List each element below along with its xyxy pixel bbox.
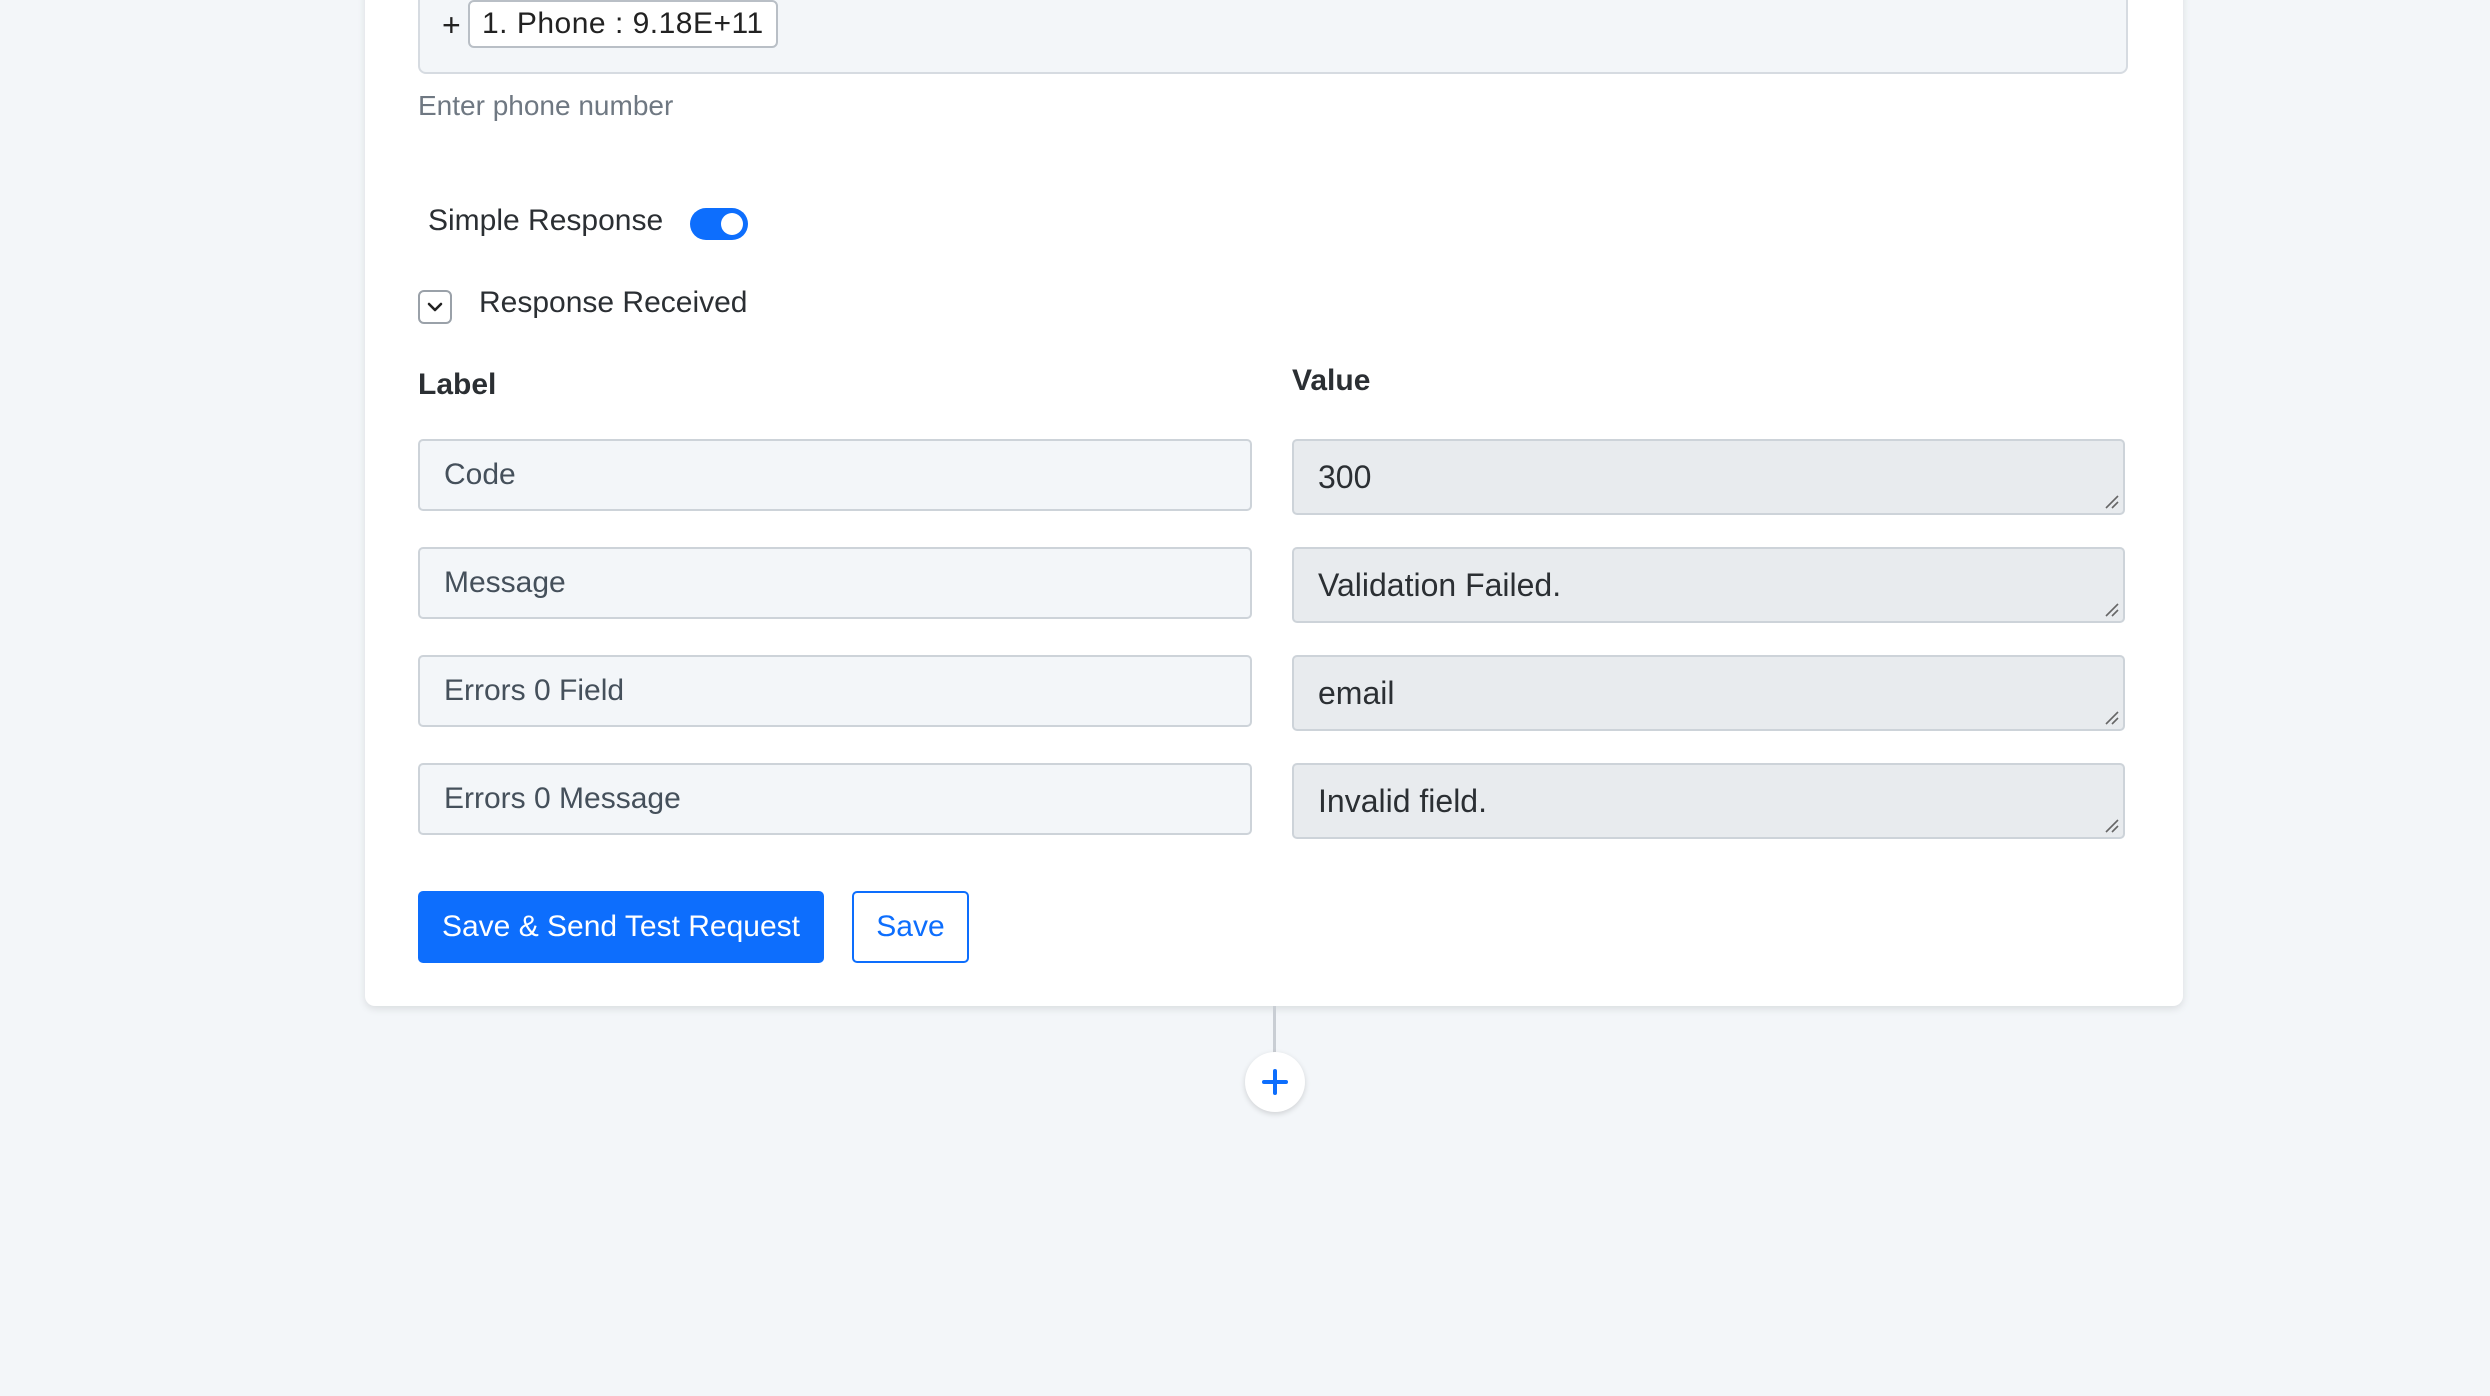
chevron-down-icon (427, 302, 443, 312)
label-input-message[interactable]: Message (418, 547, 1252, 619)
response-received-collapse-button[interactable] (418, 290, 452, 324)
value-text: Invalid field. (1318, 783, 1487, 819)
plus-icon (1262, 1069, 1288, 1095)
label-column-header: Label (418, 368, 497, 401)
phone-input[interactable]: + 1. Phone : 9.18E+11 (418, 0, 2128, 74)
phone-prefix: + (442, 7, 461, 43)
value-textarea-code[interactable]: 300 (1292, 439, 2125, 515)
save-and-send-test-request-button[interactable]: Save & Send Test Request (418, 891, 824, 963)
value-text: Validation Failed. (1318, 567, 1562, 603)
resize-handle-icon[interactable] (2103, 493, 2119, 509)
value-textarea-message[interactable]: Validation Failed. (1292, 547, 2125, 623)
label-input-code[interactable]: Code (418, 439, 1252, 511)
save-button[interactable]: Save (852, 891, 969, 963)
label-input-errors-message[interactable]: Errors 0 Message (418, 763, 1252, 835)
toggle-knob (721, 213, 743, 235)
label-input-errors-field[interactable]: Errors 0 Field (418, 655, 1252, 727)
response-received-label: Response Received (479, 286, 748, 319)
simple-response-toggle[interactable] (690, 208, 748, 240)
value-textarea-errors-message[interactable]: Invalid field. (1292, 763, 2125, 839)
value-textarea-errors-field[interactable]: email (1292, 655, 2125, 731)
value-text: email (1318, 675, 1395, 711)
resize-handle-icon[interactable] (2103, 709, 2119, 725)
value-text: 300 (1318, 459, 1372, 495)
resize-handle-icon[interactable] (2103, 601, 2119, 617)
resize-handle-icon[interactable] (2103, 817, 2119, 833)
add-step-button[interactable] (1245, 1052, 1305, 1112)
value-column-header: Value (1292, 364, 1371, 397)
phone-helper-text: Enter phone number (418, 90, 674, 121)
phone-field-chip[interactable]: 1. Phone : 9.18E+11 (468, 0, 778, 48)
simple-response-label: Simple Response (428, 204, 664, 237)
step-connector-line (1273, 1006, 1276, 1054)
